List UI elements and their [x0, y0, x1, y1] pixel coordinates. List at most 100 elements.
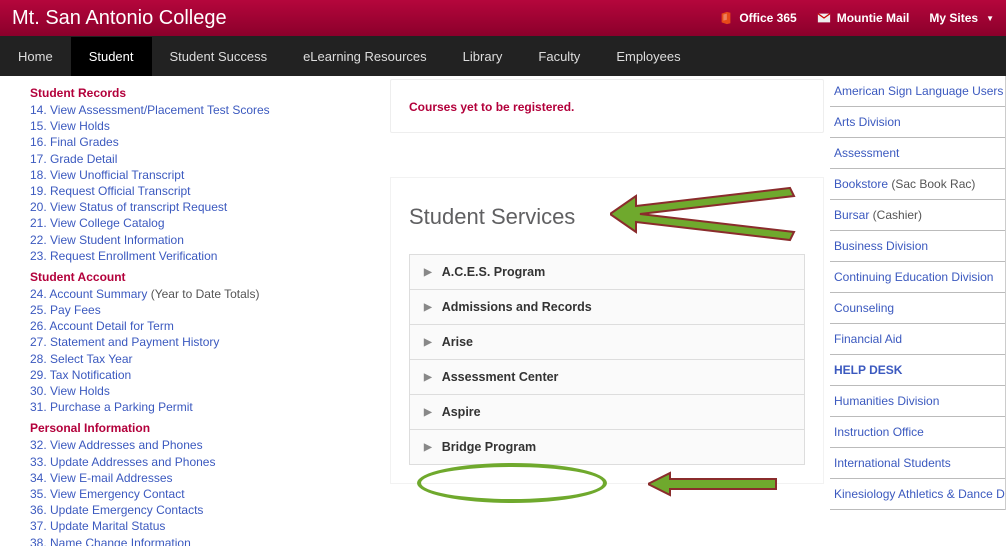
accordion-label: Admissions and Records — [442, 300, 592, 314]
dept-link-assessment[interactable]: Assessment — [830, 138, 1005, 169]
link-list: 14. View Assessment/Placement Test Score… — [30, 102, 390, 264]
sidebar-link-a[interactable]: 34. View E-mail Addresses — [30, 471, 173, 485]
sidebar-link[interactable]: 23. Request Enrollment Verification — [30, 248, 390, 264]
sidebar-link-a[interactable]: 15. View Holds — [30, 119, 110, 133]
sidebar-link-a[interactable]: 33. Update Addresses and Phones — [30, 455, 215, 469]
nav-employees[interactable]: Employees — [598, 37, 698, 76]
dept-link-humanities-division[interactable]: Humanities Division — [830, 386, 1005, 417]
sidebar-link[interactable]: 19. Request Official Transcript — [30, 183, 390, 199]
accordion-item-bridge-program[interactable]: ▶Bridge Program — [410, 430, 804, 465]
sidebar-link[interactable]: 24. Account Summary (Year to Date Totals… — [30, 286, 390, 302]
sidebar-link-a[interactable]: 14. View Assessment/Placement Test Score… — [30, 103, 270, 117]
nav-student[interactable]: Student — [71, 37, 152, 76]
sidebar-link[interactable]: 17. Grade Detail — [30, 151, 390, 167]
accordion-label: Aspire — [442, 405, 481, 419]
sidebar-link[interactable]: 37. Update Marital Status — [30, 518, 390, 534]
chevron-right-icon: ▶ — [424, 337, 432, 348]
sidebar-link-a[interactable]: 18. View Unofficial Transcript — [30, 168, 184, 182]
sidebar-link-a[interactable]: 32. View Addresses and Phones — [30, 438, 203, 452]
dept-link-arts-division[interactable]: Arts Division — [830, 107, 1005, 138]
sidebar-link-a[interactable]: 25. Pay Fees — [30, 303, 101, 317]
sidebar-link[interactable]: 29. Tax Notification — [30, 367, 390, 383]
sidebar-link[interactable]: 35. View Emergency Contact — [30, 486, 390, 502]
accordion-item-admissions-and-records[interactable]: ▶ Admissions and Records — [410, 290, 804, 325]
accordion-item-a-c-e-s-program[interactable]: ▶A.C.E.S. Program — [410, 255, 804, 290]
sidebar-link[interactable]: 32. View Addresses and Phones — [30, 437, 390, 453]
sidebar-link[interactable]: 20. View Status of transcript Request — [30, 199, 390, 215]
caret-down-icon: ▼ — [986, 14, 994, 23]
sidebar-link[interactable]: 15. View Holds — [30, 118, 390, 134]
sidebar-link[interactable]: 14. View Assessment/Placement Test Score… — [30, 102, 390, 118]
sidebar-link-a[interactable]: 37. Update Marital Status — [30, 519, 165, 533]
nav-student-success[interactable]: Student Success — [152, 37, 286, 76]
dept-link-american-sign-language-users[interactable]: American Sign Language Users — [830, 76, 1005, 107]
left-sidebar: Student Records14. View Assessment/Place… — [0, 76, 390, 546]
dept-link-continuing-education-division[interactable]: Continuing Education Division — [830, 262, 1005, 293]
sidebar-link-a[interactable]: 36. Update Emergency Contacts — [30, 503, 203, 517]
student-services-accordion: ▶A.C.E.S. Program ▶ Admissions and Records… — [409, 254, 805, 465]
mail-icon — [817, 11, 831, 25]
sidebar-link[interactable]: 22. View Student Information — [30, 232, 390, 248]
dept-link-financial-aid[interactable]: Financial Aid — [830, 324, 1005, 355]
sidebar-link-a[interactable]: 28. Select Tax Year — [30, 352, 133, 366]
dept-link-business-division[interactable]: Business Division — [830, 231, 1005, 262]
sidebar-link-a[interactable]: 38. Name Change Information — [30, 536, 191, 546]
sidebar-link-a[interactable]: 31. Purchase a Parking Permit — [30, 400, 193, 414]
sidebar-link-a[interactable]: 23. Request Enrollment Verification — [30, 249, 217, 263]
sidebar-link-a[interactable]: 20. View Status of transcript Request — [30, 200, 227, 214]
right-sidebar: American Sign Language UsersArts Divisio… — [830, 76, 1006, 546]
mountie-mail-label: Mountie Mail — [837, 11, 910, 25]
sidebar-link[interactable]: 34. View E-mail Addresses — [30, 470, 390, 486]
top-links: Office 365 Mountie Mail My Sites ▼ — [719, 11, 994, 25]
dept-link-counseling[interactable]: Counseling — [830, 293, 1005, 324]
nav-faculty[interactable]: Faculty — [520, 37, 598, 76]
sidebar-link[interactable]: 18. View Unofficial Transcript — [30, 167, 390, 183]
sidebar-link-a[interactable]: 35. View Emergency Contact — [30, 487, 185, 501]
accordion-label: Arise — [442, 335, 473, 349]
accordion-label: Assessment Center — [442, 370, 559, 384]
center-column: Courses yet to be registered. Student Se… — [390, 76, 830, 546]
sidebar-link-a[interactable]: 19. Request Official Transcript — [30, 184, 191, 198]
sidebar-link[interactable]: 33. Update Addresses and Phones — [30, 454, 390, 470]
sidebar-link[interactable]: 31. Purchase a Parking Permit — [30, 399, 390, 415]
sidebar-link[interactable]: 36. Update Emergency Contacts — [30, 502, 390, 518]
sidebar-link-a[interactable]: 29. Tax Notification — [30, 368, 131, 382]
sidebar-link[interactable]: 30. View Holds — [30, 383, 390, 399]
office-365-link[interactable]: Office 365 — [719, 11, 796, 25]
accordion-item-arise[interactable]: ▶ Arise — [410, 325, 804, 360]
main-nav: HomeStudentStudent SuccesseLearning Reso… — [0, 36, 1006, 76]
sidebar-link-a[interactable]: 27. Statement and Payment History — [30, 335, 219, 349]
nav-library[interactable]: Library — [445, 37, 521, 76]
dept-link-kinesiology-athletics-dance-divis[interactable]: Kinesiology Athletics & Dance Divis — [830, 479, 1005, 510]
dept-suffix: (Sac Book Rac) — [888, 177, 975, 191]
mountie-mail-link[interactable]: Mountie Mail — [817, 11, 910, 25]
sidebar-link-a[interactable]: 16. Final Grades — [30, 135, 119, 149]
sidebar-link-a[interactable]: 21. View College Catalog — [30, 216, 165, 230]
dept-link-instruction-office[interactable]: Instruction Office — [830, 417, 1005, 448]
sidebar-link[interactable]: 21. View College Catalog — [30, 215, 390, 231]
sidebar-link-a[interactable]: 22. View Student Information — [30, 233, 184, 247]
sidebar-link[interactable]: 26. Account Detail for Term — [30, 318, 390, 334]
sidebar-link-a[interactable]: 26. Account Detail for Term — [30, 319, 174, 333]
accordion-item-aspire[interactable]: ▶Aspire — [410, 395, 804, 430]
nav-home[interactable]: Home — [0, 37, 71, 76]
sidebar-link[interactable]: 16. Final Grades — [30, 134, 390, 150]
dept-link-bookstore[interactable]: Bookstore (Sac Book Rac) — [830, 169, 1005, 200]
sidebar-link-a[interactable]: 24. Account Summary — [30, 287, 147, 301]
link-list: 24. Account Summary (Year to Date Totals… — [30, 286, 390, 416]
dept-link-bursar[interactable]: Bursar (Cashier) — [830, 200, 1005, 231]
sidebar-link[interactable]: 38. Name Change Information — [30, 535, 390, 546]
dept-suffix: (Cashier) — [869, 208, 922, 222]
sidebar-link[interactable]: 27. Statement and Payment History — [30, 334, 390, 350]
sidebar-link[interactable]: 28. Select Tax Year — [30, 351, 390, 367]
my-sites-dropdown[interactable]: My Sites ▼ — [929, 11, 994, 25]
dept-link-help-desk[interactable]: HELP DESK — [830, 355, 1005, 386]
sidebar-link-a[interactable]: 17. Grade Detail — [30, 152, 117, 166]
chevron-right-icon: ▶ — [424, 302, 432, 313]
chevron-right-icon: ▶ — [424, 442, 432, 453]
accordion-item-assessment-center[interactable]: ▶Assessment Center — [410, 360, 804, 395]
nav-elearning-resources[interactable]: eLearning Resources — [285, 37, 445, 76]
sidebar-link-a[interactable]: 30. View Holds — [30, 384, 110, 398]
sidebar-link[interactable]: 25. Pay Fees — [30, 302, 390, 318]
dept-link-international-students[interactable]: International Students — [830, 448, 1005, 479]
